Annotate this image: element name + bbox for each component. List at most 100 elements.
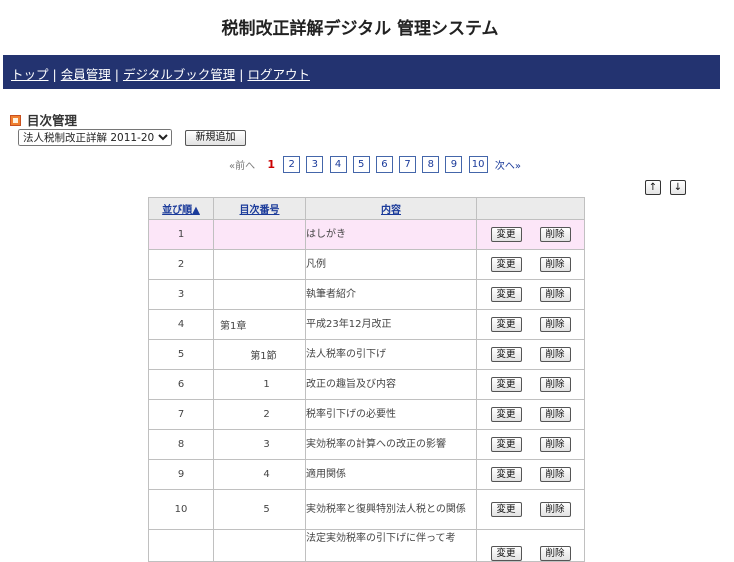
delete-button[interactable]: 削除 — [539, 227, 571, 242]
row-order: 10 — [148, 489, 214, 530]
delete-button[interactable]: 削除 — [539, 502, 571, 517]
row-toc-number: 第1節 — [213, 339, 306, 370]
nav-separator: | — [114, 67, 119, 82]
table-row: 7 2 税率引下げの必要性 変更 削除 — [148, 399, 585, 430]
row-toc-number: 5 — [213, 489, 306, 530]
row-toc-number — [213, 219, 306, 250]
row-content: 平成23年12月改正 — [305, 309, 477, 340]
edit-button[interactable]: 変更 — [490, 467, 522, 482]
move-up-button[interactable]: ↑ — [645, 180, 661, 195]
header-sort-order[interactable]: 並び順▲ — [148, 197, 214, 220]
add-new-button[interactable]: 新規追加 — [185, 130, 246, 146]
row-content: 改正の趣旨及び内容 — [305, 369, 477, 400]
row-toc-number: 1 — [213, 369, 306, 400]
pager-page-2[interactable]: 2 — [283, 156, 301, 173]
table-row: 2 凡例 変更 削除 — [148, 249, 585, 280]
nav-separator: | — [239, 67, 244, 82]
edit-button[interactable]: 変更 — [490, 546, 522, 561]
row-order: 3 — [148, 279, 214, 310]
edit-button[interactable]: 変更 — [490, 287, 522, 302]
nav-link-members[interactable]: 会員管理 — [61, 67, 111, 82]
pager-page-3[interactable]: 3 — [306, 156, 324, 173]
row-order: 6 — [148, 369, 214, 400]
delete-button[interactable]: 削除 — [539, 287, 571, 302]
row-content: 適用関係 — [305, 459, 477, 490]
delete-button[interactable]: 削除 — [539, 317, 571, 332]
row-actions: 変更 削除 — [476, 219, 585, 250]
row-order: 7 — [148, 399, 214, 430]
pager-page-9[interactable]: 9 — [445, 156, 463, 173]
row-content: 実効税率の計算への改正の影響 — [305, 429, 477, 460]
pager-next-link[interactable]: 次へ» — [495, 157, 521, 172]
row-content: はしがき — [305, 219, 477, 250]
row-order: 9 — [148, 459, 214, 490]
nav-link-logout[interactable]: ログアウト — [247, 67, 310, 82]
pager-prev: «前へ — [229, 161, 256, 172]
delete-button[interactable]: 削除 — [539, 257, 571, 272]
edit-button[interactable]: 変更 — [490, 407, 522, 422]
row-toc-number — [213, 279, 306, 310]
row-actions: 変更 削除 — [476, 339, 585, 370]
pager-page-5[interactable]: 5 — [352, 156, 370, 173]
table-row: 法定実効税率の引下げに伴って考 変更 削除 — [148, 529, 585, 562]
row-actions: 変更 削除 — [476, 399, 585, 430]
header-actions — [476, 197, 585, 220]
row-order — [148, 529, 214, 562]
delete-button[interactable]: 削除 — [539, 377, 571, 392]
nav-separator: | — [52, 67, 57, 82]
square-bullet-icon — [10, 115, 21, 126]
row-order: 5 — [148, 339, 214, 370]
move-down-button[interactable]: ↓ — [670, 180, 686, 195]
edit-button[interactable]: 変更 — [490, 227, 522, 242]
app-title: 税制改正詳解デジタル 管理システム — [221, 19, 499, 39]
edit-button[interactable]: 変更 — [490, 502, 522, 517]
edit-button[interactable]: 変更 — [490, 377, 522, 392]
row-toc-number: 4 — [213, 459, 306, 490]
row-order: 2 — [148, 249, 214, 280]
nav-link-digital-books[interactable]: デジタルブック管理 — [123, 67, 235, 82]
pager-page-4[interactable]: 4 — [329, 156, 347, 173]
edit-button[interactable]: 変更 — [490, 317, 522, 332]
row-order: 1 — [148, 219, 214, 250]
edit-button[interactable]: 変更 — [490, 257, 522, 272]
header-toc-number[interactable]: 目次番号 — [213, 197, 306, 220]
pager-page-7[interactable]: 7 — [399, 156, 417, 173]
header-content[interactable]: 内容 — [305, 197, 477, 220]
delete-button[interactable]: 削除 — [539, 467, 571, 482]
row-content: 法人税率の引下げ — [305, 339, 477, 370]
row-toc-number — [213, 529, 306, 562]
book-select[interactable]: 法人税制改正詳解 2011-2012 — [18, 129, 172, 146]
row-actions: 変更 削除 — [476, 429, 585, 460]
pager-page-6[interactable]: 6 — [375, 156, 393, 173]
row-content: 法定実効税率の引下げに伴って考 — [305, 529, 477, 562]
nav-link-top[interactable]: トップ — [11, 67, 49, 82]
row-content: 税率引下げの必要性 — [305, 399, 477, 430]
delete-button[interactable]: 削除 — [539, 407, 571, 422]
row-content: 執筆者紹介 — [305, 279, 477, 310]
row-content: 実効税率と復興特別法人税との関係 — [305, 489, 477, 530]
table-row: 8 3 実効税率の計算への改正の影響 変更 削除 — [148, 429, 585, 460]
table-row: 1 はしがき 変更 削除 — [148, 219, 585, 250]
edit-button[interactable]: 変更 — [490, 347, 522, 362]
pagination: «前へ 1 2 3 4 5 6 7 8 9 10 次へ» — [229, 156, 521, 173]
edit-button[interactable]: 変更 — [490, 437, 522, 452]
row-actions: 変更 削除 — [476, 489, 585, 530]
pager-page-8[interactable]: 8 — [422, 156, 440, 173]
row-order: 8 — [148, 429, 214, 460]
table-row: 3 執筆者紹介 変更 削除 — [148, 279, 585, 310]
table-header-row: 並び順▲ 目次番号 内容 — [148, 197, 585, 220]
delete-button[interactable]: 削除 — [539, 347, 571, 362]
row-content: 凡例 — [305, 249, 477, 280]
row-toc-number: 2 — [213, 399, 306, 430]
row-toc-number: 第1章 — [213, 309, 306, 340]
toc-table: 並び順▲ 目次番号 内容 1 はしがき 変更 削除 2 凡例 変更 削除 3 執筆者… — [148, 197, 585, 562]
top-navbar: トップ | 会員管理 | デジタルブック管理 | ログアウト — [3, 55, 720, 89]
delete-button[interactable]: 削除 — [539, 437, 571, 452]
row-order: 4 — [148, 309, 214, 340]
row-toc-number: 3 — [213, 429, 306, 460]
delete-button[interactable]: 削除 — [539, 546, 571, 561]
row-actions: 変更 削除 — [476, 279, 585, 310]
section-title: 目次管理 — [27, 113, 78, 128]
pager-page-10[interactable]: 10 — [468, 156, 488, 173]
pager-current-page: 1 — [267, 158, 275, 171]
